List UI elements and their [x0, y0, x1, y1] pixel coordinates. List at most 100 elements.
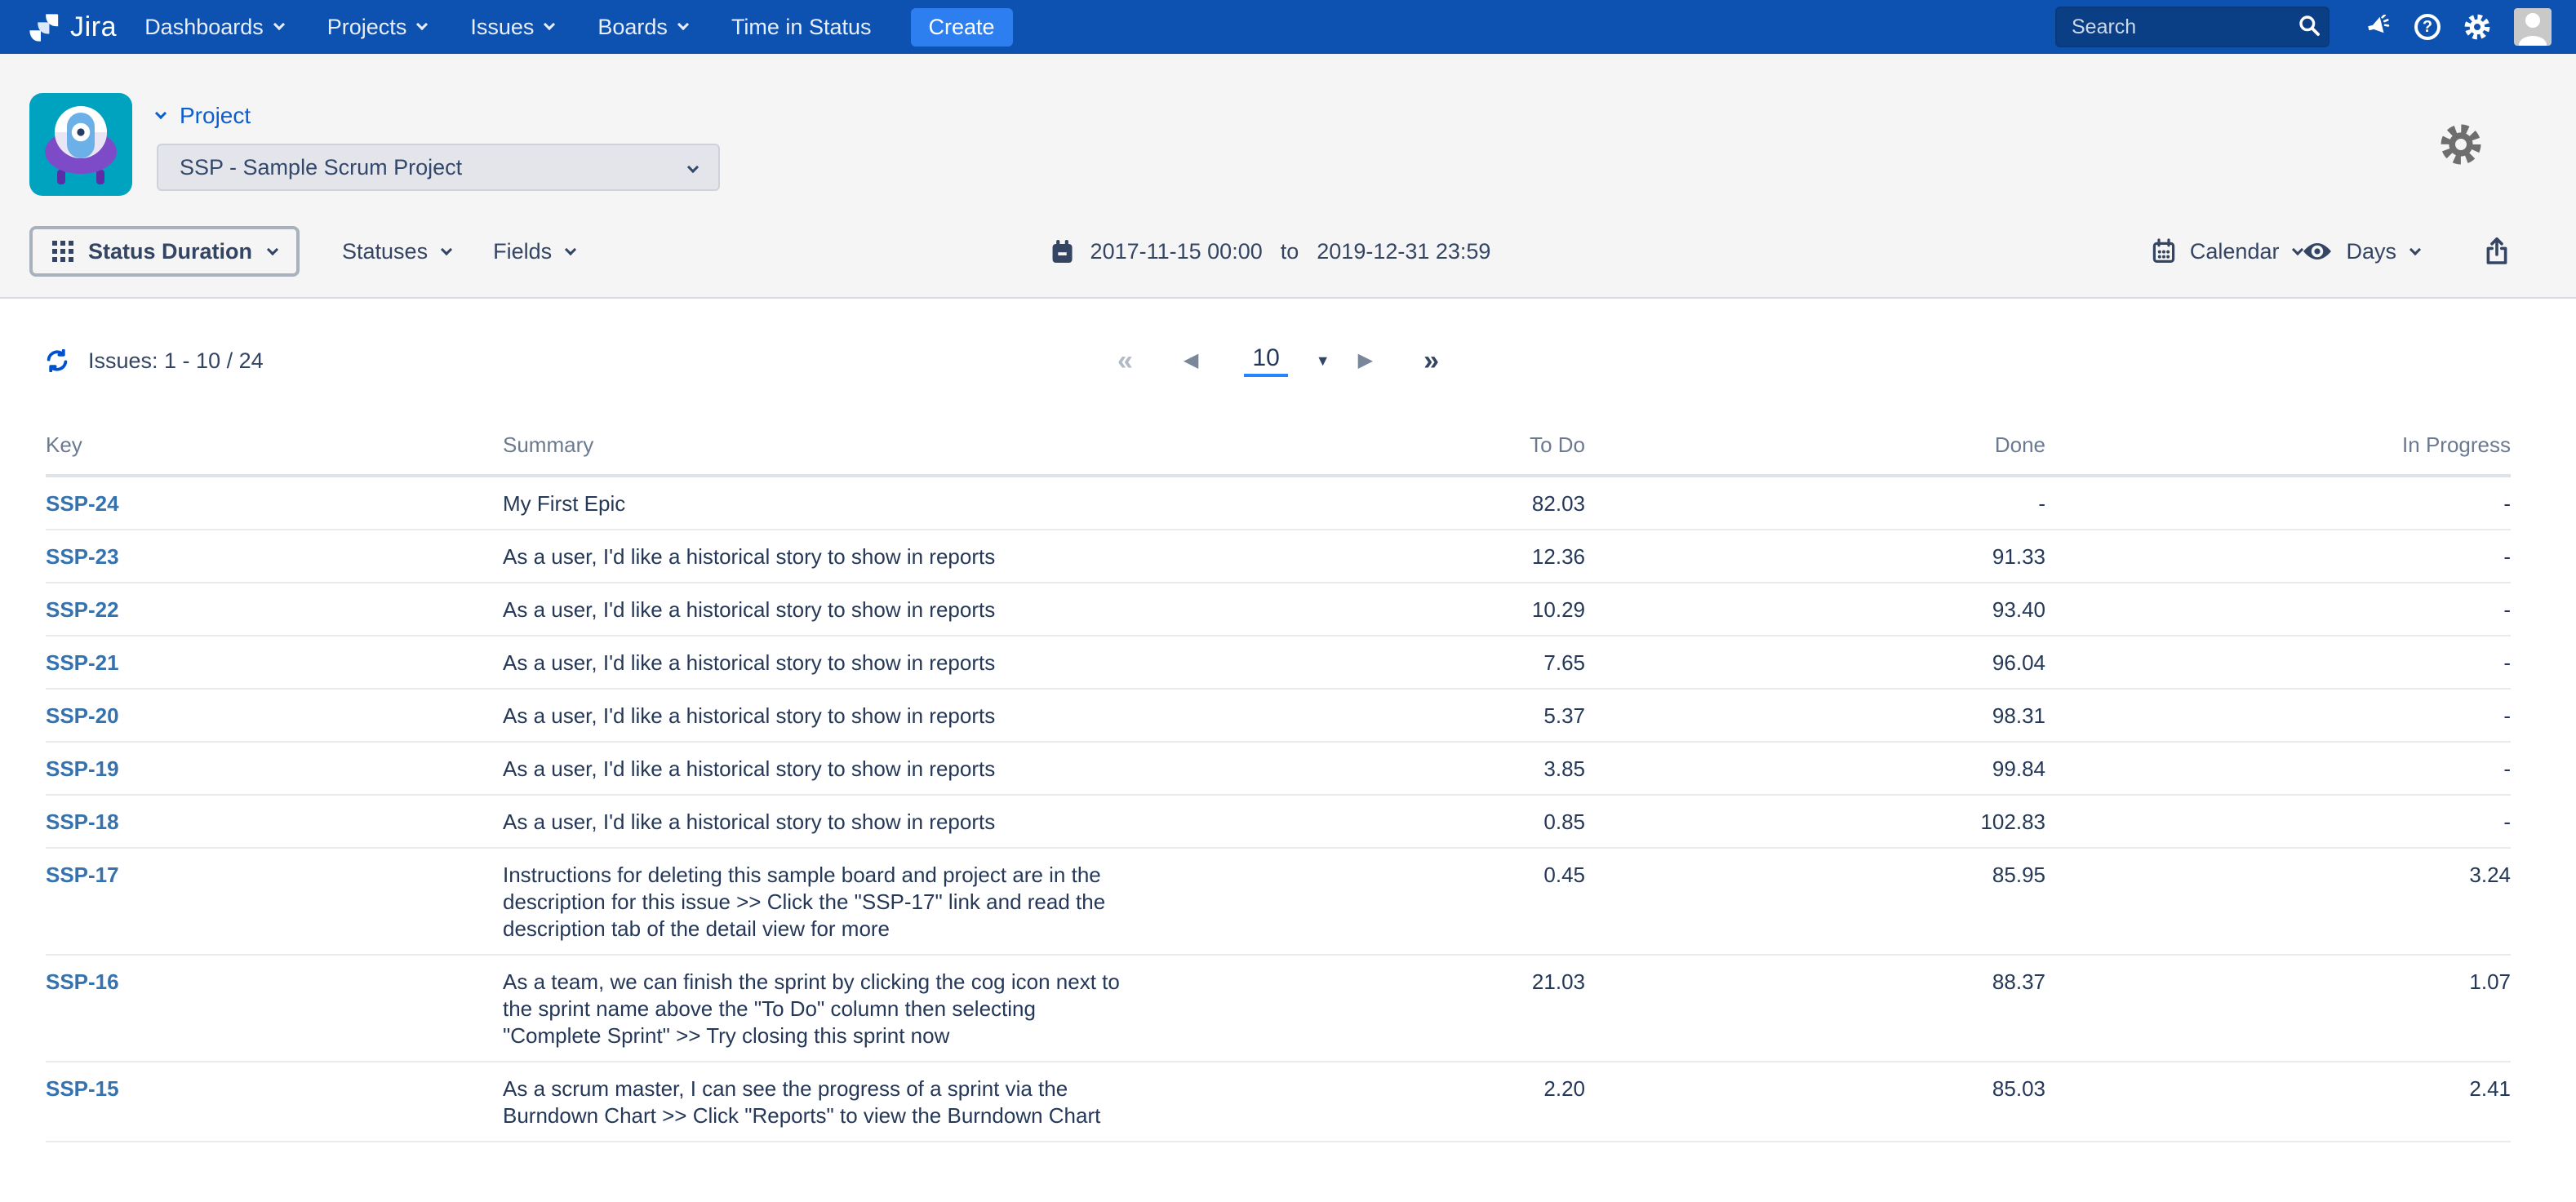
- issue-key-link[interactable]: SSP-18: [46, 809, 119, 834]
- inprogress-cell: 2.41: [2045, 1062, 2511, 1142]
- todo-cell: 0.45: [1128, 848, 1585, 955]
- done-cell: 96.04: [1585, 636, 2045, 689]
- report-settings-gear-icon[interactable]: [2439, 122, 2483, 166]
- done-cell: 91.33: [1585, 530, 2045, 583]
- help-icon[interactable]: ?: [2414, 14, 2441, 40]
- report-toolbar: Status Duration Statuses Fields 2017-11-…: [29, 225, 2511, 277]
- summary-cell: As a user, I'd like a historical story t…: [503, 742, 1128, 795]
- key-cell: SSP-15: [46, 1062, 503, 1142]
- table-row: SSP-22As a user, I'd like a historical s…: [46, 583, 2511, 636]
- nav-item-projects[interactable]: Projects: [327, 15, 427, 40]
- done-cell: 85.03: [1585, 1062, 2045, 1142]
- chevron-down-icon: [267, 244, 278, 255]
- summary-cell: As a team, we can finish the sprint by c…: [503, 955, 1128, 1062]
- project-label[interactable]: Project: [157, 103, 720, 129]
- nav-item-boards[interactable]: Boards: [597, 15, 687, 40]
- todo-cell: 21.03: [1128, 955, 1585, 1062]
- admin-gear-icon[interactable]: [2463, 13, 2491, 41]
- previous-page-button[interactable]: ◀: [1184, 351, 1198, 370]
- issue-key-link[interactable]: SSP-21: [46, 650, 119, 675]
- summary-cell: As a user, I'd like a historical story t…: [503, 636, 1128, 689]
- issue-key-link[interactable]: SSP-22: [46, 597, 119, 622]
- date-from: 2017-11-15 00:00: [1090, 239, 1263, 264]
- column-header-key[interactable]: Key: [46, 432, 503, 476]
- chevron-down-icon: [565, 244, 576, 255]
- done-cell: 93.40: [1585, 583, 2045, 636]
- column-header-todo[interactable]: To Do: [1128, 432, 1585, 476]
- statuses-dropdown[interactable]: Statuses: [342, 239, 451, 264]
- column-header-summary[interactable]: Summary: [503, 432, 1128, 476]
- todo-cell: 12.36: [1128, 530, 1585, 583]
- project-select[interactable]: SSP - Sample Scrum Project: [157, 144, 720, 191]
- key-cell: SSP-23: [46, 530, 503, 583]
- summary-cell: As a user, I'd like a historical story t…: [503, 530, 1128, 583]
- time-in-status-page: Jira Dashboards Projects Issues Boards Time …: [0, 0, 2576, 1201]
- done-cell: 102.83: [1585, 795, 2045, 848]
- column-header-done[interactable]: Done: [1585, 432, 2045, 476]
- project-avatar: [29, 93, 132, 196]
- nav-item-dashboards[interactable]: Dashboards: [144, 15, 283, 40]
- chevron-down-icon: [155, 108, 167, 119]
- issue-key-link[interactable]: SSP-19: [46, 756, 119, 781]
- brand-text: Jira: [70, 11, 117, 43]
- nav-item-time-in-status[interactable]: Time in Status: [731, 15, 872, 40]
- pagination: « ◀ 10 ▼ ▶ »: [1117, 336, 1439, 385]
- done-cell: 98.31: [1585, 689, 2045, 742]
- nav-right: ?: [2055, 7, 2552, 47]
- chevron-down-icon: [677, 19, 689, 30]
- list-controls: Issues: 1 - 10 / 24 « ◀ 10 ▼ ▶ »: [46, 336, 2511, 385]
- page-size-caret-icon[interactable]: ▼: [1316, 353, 1330, 368]
- summary-cell: Instructions for deleting this sample bo…: [503, 848, 1128, 955]
- key-cell: SSP-17: [46, 848, 503, 955]
- key-cell: SSP-18: [46, 795, 503, 848]
- column-header-inprogress[interactable]: In Progress: [2045, 432, 2511, 476]
- user-avatar[interactable]: [2514, 8, 2552, 46]
- todo-cell: 82.03: [1128, 476, 1585, 530]
- issue-key-link[interactable]: SSP-23: [46, 544, 119, 569]
- refresh-icon[interactable]: [46, 349, 69, 372]
- table-row: SSP-16 As a team, we can finish the sprin…: [46, 955, 2511, 1062]
- inprogress-cell: -: [2045, 583, 2511, 636]
- calendar-icon: [1050, 238, 1076, 264]
- table-row: SSP-18As a user, I'd like a historical s…: [46, 795, 2511, 848]
- project-label-text: Project: [180, 103, 251, 129]
- date-to: 2019-12-31 23:59: [1317, 239, 1490, 264]
- calendar-grid-icon: [2151, 238, 2177, 264]
- page-size-select[interactable]: 10: [1244, 344, 1287, 377]
- report-type-dropdown[interactable]: Status Duration: [29, 226, 300, 277]
- issue-key-link[interactable]: SSP-20: [46, 703, 119, 728]
- next-page-button[interactable]: ▶: [1358, 351, 1373, 370]
- todo-cell: 5.37: [1128, 689, 1585, 742]
- issue-key-link[interactable]: SSP-15: [46, 1076, 119, 1101]
- inprogress-cell: 3.24: [2045, 848, 2511, 955]
- announcement-icon[interactable]: [2365, 15, 2392, 39]
- issue-key-link[interactable]: SSP-24: [46, 491, 119, 516]
- search-icon[interactable]: [2298, 15, 2320, 36]
- issue-key-link[interactable]: SSP-17: [46, 863, 119, 887]
- calendar-type-dropdown[interactable]: Calendar: [2151, 238, 2303, 264]
- key-cell: SSP-16: [46, 955, 503, 1062]
- jira-logo-icon: [26, 9, 62, 45]
- report-header: Project SSP - Sample Scrum Project: [0, 54, 2576, 299]
- calendar-type-label: Calendar: [2190, 239, 2280, 264]
- create-button[interactable]: Create: [911, 8, 1013, 47]
- done-cell: -: [1585, 476, 2045, 530]
- first-page-button[interactable]: «: [1117, 347, 1133, 375]
- jira-logo[interactable]: Jira: [26, 9, 117, 45]
- fields-dropdown[interactable]: Fields: [493, 239, 575, 264]
- time-unit-dropdown[interactable]: Days: [2302, 239, 2419, 264]
- chevron-down-icon: [2409, 244, 2421, 255]
- nav-item-label: Issues: [470, 15, 534, 40]
- search-input[interactable]: [2055, 7, 2330, 47]
- nav-item-issues[interactable]: Issues: [470, 15, 553, 40]
- last-page-button[interactable]: »: [1423, 347, 1439, 375]
- report-content: Issues: 1 - 10 / 24 « ◀ 10 ▼ ▶ » Key Sum…: [0, 336, 2576, 1142]
- export-icon[interactable]: [2483, 237, 2511, 266]
- issue-key-link[interactable]: SSP-16: [46, 969, 119, 994]
- nav-item-label: Boards: [597, 15, 668, 40]
- chevron-down-icon: [687, 162, 699, 173]
- key-cell: SSP-24: [46, 476, 503, 530]
- inprogress-cell: 1.07: [2045, 955, 2511, 1062]
- date-range-picker[interactable]: 2017-11-15 00:00 to 2019-12-31 23:59: [1050, 238, 1491, 264]
- nav-item-label: Time in Status: [731, 15, 872, 40]
